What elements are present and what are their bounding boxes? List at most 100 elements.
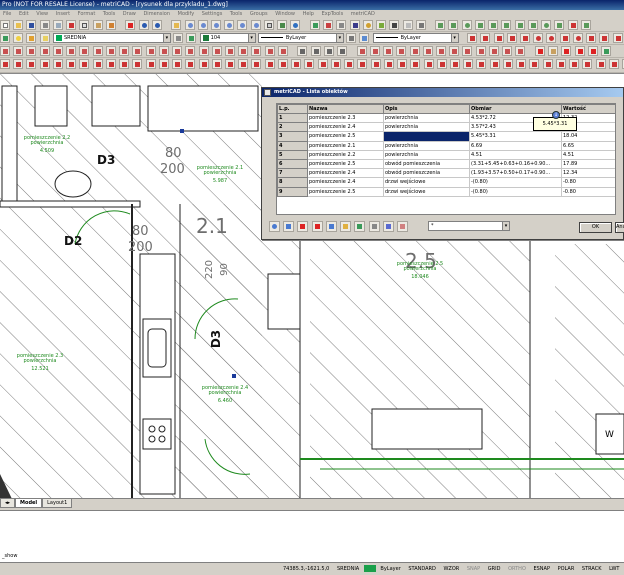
draw-tool-icon[interactable]	[172, 59, 183, 69]
tolerance-icon[interactable]	[475, 46, 486, 56]
column-header[interactable]: Opis	[383, 104, 470, 114]
tablet-icon[interactable]	[415, 20, 426, 30]
draw-tool-icon[interactable]	[357, 59, 368, 69]
design-center-icon[interactable]	[277, 20, 288, 30]
command-line[interactable]: _show	[0, 510, 624, 562]
metricad-check-icon[interactable]	[601, 46, 612, 56]
osnap-perpendicular-icon[interactable]	[527, 20, 538, 30]
help-icon[interactable]	[290, 20, 301, 30]
menu-item[interactable]: View	[33, 10, 51, 19]
draw-polyline-icon[interactable]	[493, 33, 504, 43]
table-row[interactable]: 6 pomieszczenie 2.5 obwód pomieszczenia …	[277, 158, 615, 170]
menu-item[interactable]: metriCAD	[348, 10, 378, 19]
cell-desc[interactable]: drzwi wejściowe	[383, 186, 470, 197]
move-up-icon[interactable]	[311, 221, 323, 232]
column-header[interactable]: Nazwa	[307, 104, 384, 114]
make-block-icon[interactable]	[599, 33, 610, 43]
zoom-to-object-icon[interactable]	[269, 221, 280, 232]
lineweight-icon[interactable]	[389, 20, 400, 30]
cell-name[interactable]: pomieszczenie 2.1	[307, 140, 384, 151]
draw-circle-icon[interactable]	[546, 33, 557, 43]
cell-desc[interactable]: powierzchnia	[383, 122, 470, 133]
draw-tool-icon[interactable]	[224, 59, 235, 69]
join-icon[interactable]	[224, 46, 235, 56]
draw-tool-icon[interactable]	[291, 59, 302, 69]
draw-tool-icon[interactable]	[119, 59, 130, 69]
calculator-icon[interactable]	[382, 221, 394, 232]
draw-tool-icon[interactable]	[383, 59, 394, 69]
tab-model[interactable]: Model	[15, 499, 43, 508]
draw-tool-icon[interactable]	[198, 59, 209, 69]
delete-row-icon[interactable]	[297, 221, 309, 232]
cut-icon[interactable]	[66, 20, 77, 30]
draw-tool-icon[interactable]	[211, 59, 222, 69]
toggle-lwt[interactable]: LWT	[606, 563, 622, 575]
draw-tool-icon[interactable]	[463, 59, 474, 69]
draw-tool-icon[interactable]	[304, 59, 315, 69]
draw-tool-icon[interactable]	[0, 59, 10, 69]
zoom-in-icon[interactable]	[237, 20, 248, 30]
draw-tool-icon[interactable]	[423, 59, 434, 69]
draw-tool-icon[interactable]	[238, 59, 249, 69]
point-icon[interactable]	[612, 33, 623, 43]
align-icon[interactable]	[198, 46, 209, 56]
osnap-tangent-icon[interactable]	[541, 20, 552, 30]
table-row[interactable]: 8 pomieszczenie 2.4 drzwi wejściowe -(0.…	[277, 177, 615, 188]
draw-arc-icon[interactable]	[533, 33, 544, 43]
stretch-icon[interactable]	[92, 46, 103, 56]
draw-tool-icon[interactable]	[436, 59, 447, 69]
erase-icon[interactable]	[0, 46, 10, 56]
osnap-endpoint-icon[interactable]	[435, 20, 446, 30]
metricad-list-icon[interactable]	[561, 46, 572, 56]
zoom-window-icon[interactable]	[197, 20, 208, 30]
lineweight-dropdown[interactable]: ByLayer ▾	[372, 33, 459, 43]
draw-line-icon[interactable]	[467, 33, 478, 43]
draw-tool-icon[interactable]	[39, 59, 50, 69]
linetype-manager-icon[interactable]	[346, 33, 357, 43]
zoom-realtime-icon[interactable]	[184, 20, 195, 30]
cell-desc[interactable]: drzwi wejściowe	[383, 177, 470, 188]
cell-desc[interactable]: powierzchnia	[383, 140, 470, 151]
dim-radius-icon[interactable]	[396, 46, 407, 56]
mirror-icon[interactable]	[13, 46, 24, 56]
cell-desc[interactable]: powierzchnia	[383, 149, 470, 160]
paste-icon[interactable]	[92, 20, 103, 30]
polar-icon[interactable]	[362, 20, 373, 30]
dialog-titlebar[interactable]: metriCAD - Lista obiektów	[262, 88, 623, 97]
dim-continue-icon[interactable]	[449, 46, 460, 56]
cell-desc-editing[interactable]	[383, 131, 470, 142]
save-icon[interactable]	[26, 20, 37, 30]
menu-item[interactable]: Window	[272, 10, 298, 19]
menu-item[interactable]: Settings	[199, 10, 226, 19]
draw-tool-icon[interactable]	[185, 59, 196, 69]
layer-dropdown[interactable]: SREDNIA ▾	[52, 33, 171, 43]
delete-icon[interactable]	[125, 20, 136, 30]
cell-name[interactable]: pomieszczenie 2.4	[307, 122, 384, 133]
metricad-export-icon[interactable]	[587, 46, 598, 56]
lengthen-icon[interactable]	[211, 46, 222, 56]
draw-tool-icon[interactable]	[145, 59, 156, 69]
draw-tool-icon[interactable]	[542, 59, 553, 69]
draw-tool-icon[interactable]	[158, 59, 169, 69]
draw-tool-icon[interactable]	[251, 59, 262, 69]
menu-item[interactable]: Insert	[53, 10, 73, 19]
tab-layout1[interactable]: Layout1	[42, 499, 73, 508]
cell-name[interactable]: pomieszczenie 2.5	[307, 158, 384, 170]
toggle-esnap[interactable]: ESNAP	[530, 563, 553, 575]
draw-tool-icon[interactable]	[13, 59, 24, 69]
cell-name[interactable]: pomieszczenie 2.2	[307, 149, 384, 160]
osnap-insertion-icon[interactable]	[514, 20, 525, 30]
metricad-sum-icon[interactable]	[574, 46, 585, 56]
cell-formula[interactable]: 6.69	[469, 140, 562, 151]
draw-xline-icon[interactable]	[480, 33, 491, 43]
dim-edit-icon[interactable]	[502, 46, 513, 56]
draw-tool-icon[interactable]	[555, 59, 566, 69]
offset-icon[interactable]	[26, 46, 37, 56]
copy-icon[interactable]	[79, 20, 90, 30]
menu-item[interactable]: Tools	[227, 10, 245, 19]
draw-tool-icon[interactable]	[569, 59, 580, 69]
id-point-icon[interactable]	[337, 46, 348, 56]
table-row[interactable]: 4 pomieszczenie 2.1 powierzchnia 6.69 6.…	[277, 140, 615, 151]
dim-aligned-icon[interactable]	[369, 46, 380, 56]
cell-name[interactable]: pomieszczenie 2.4	[307, 168, 384, 179]
